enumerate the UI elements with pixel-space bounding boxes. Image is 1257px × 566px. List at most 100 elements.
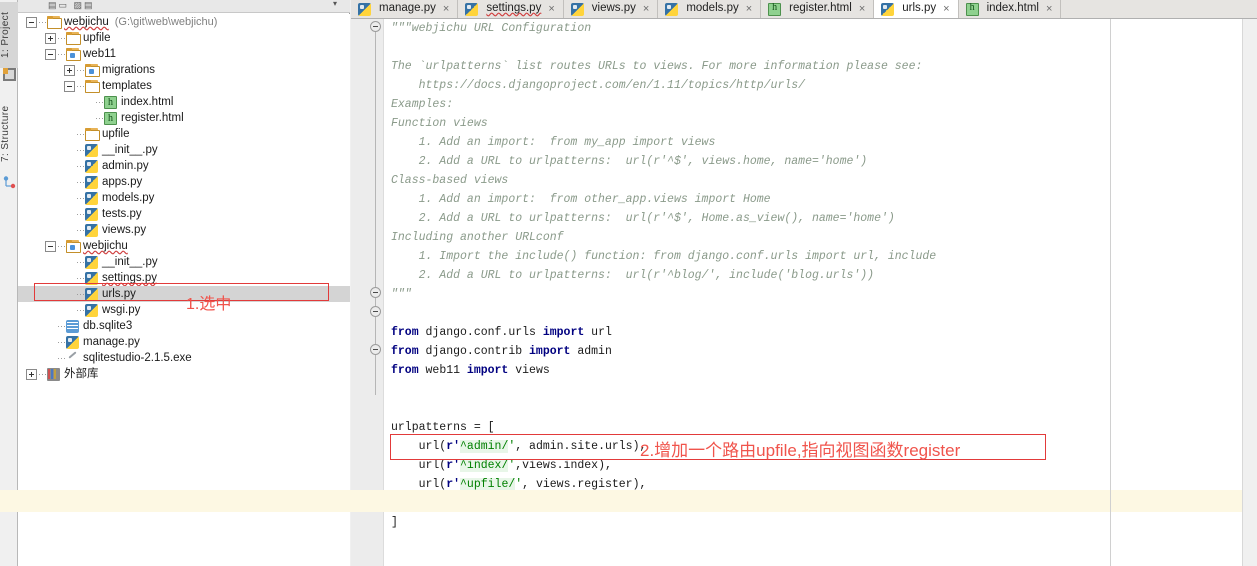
editor-tab-manage.py[interactable]: manage.py × [351,0,459,18]
tree-row-register.html[interactable]: ⋯ register.html [18,110,350,127]
python-file-icon [85,255,98,269]
code-content[interactable]: """webjichu URL Configuration The `urlpat… [385,19,1257,566]
tree-row-templates[interactable]: ⋯ templates [18,78,350,94]
code-line: 2. Add a URL to urlpatterns: url(r'^$', … [385,152,1257,171]
tree-row-views.py[interactable]: ⋯ views.py [18,222,350,238]
tree-item-label: upfile [102,128,130,140]
tree-row-urls.py[interactable]: ⋯ urls.py [18,286,350,302]
close-icon[interactable]: × [746,3,752,15]
tree-row-__init__.py[interactable]: ⋯ __init__.py [18,142,350,158]
tree-row-__init__.py[interactable]: ⋯ __init__.py [18,254,350,270]
fold-marker-imports[interactable] [370,306,381,317]
editor-tab-label: views.py [591,2,636,14]
editor-tab-settings.py[interactable]: settings.py × [458,0,564,18]
tree-collapse-toggle[interactable] [45,240,56,252]
tree-row-index.html[interactable]: ⋯ index.html [18,94,350,111]
docstring-text: Examples: [391,98,454,111]
editor-tab-label: manage.py [379,2,436,14]
tree-row-apps.py[interactable]: ⋯ apps.py [18,174,350,190]
tree-item-label: apps.py [102,176,143,188]
folder-module-icon [66,239,81,253]
editor-tab-label: settings.py [486,2,542,14]
fold-marker-docstring-start[interactable] [370,21,381,32]
docstring-text: """webjichu URL Configuration [391,22,592,35]
tree-connector: ⋯ [76,161,85,171]
tree-row-admin.py[interactable]: ⋯ admin.py [18,158,350,174]
tree-row-wsgi.py[interactable]: ⋯ wsgi.py [18,302,350,318]
tree-row-migrations[interactable]: ⋯ migrations [18,62,350,78]
docstring-text: https://docs.djangoproject.com/en/1.11/t… [391,79,806,92]
tree-row-upfile[interactable]: ⋯ upfile [18,30,350,46]
fold-marker-import-views[interactable] [370,344,381,355]
tree-row-manage.py[interactable]: ⋯ manage.py [18,334,350,350]
editor-tab-models.py[interactable]: models.py × [658,0,762,18]
close-icon[interactable]: × [643,3,649,15]
chevron-down-icon[interactable]: ▾ [333,0,337,8]
tree-row-models.py[interactable]: ⋯ models.py [18,190,350,206]
tree-row-upfile[interactable]: ⋯ upfile [18,126,350,142]
docstring-text: 1. Import the include() function: from d… [391,250,937,263]
tree-expand-toggle[interactable] [26,368,37,380]
tree-connector: ⋯ [38,17,47,27]
tree-row-tests.py[interactable]: ⋯ tests.py [18,206,350,222]
tree-collapse-toggle[interactable] [26,16,37,28]
tree-collapse-toggle[interactable] [45,48,56,60]
python-file-icon [570,2,584,16]
editor-scrollbar[interactable] [1242,19,1257,566]
editor-tab-index.html[interactable]: index.html × [958,0,1062,18]
keyword-import: import [466,364,509,377]
tree-row-web11[interactable]: ⋯ web11 [18,46,350,62]
tool-window-button-project[interactable]: 1: Project [0,2,18,68]
editor-gutter[interactable] [351,19,384,566]
code-line: from django.contrib import admin [385,342,1257,361]
tree-expand-toggle[interactable] [45,32,56,44]
editor-area: manage.py × settings.py × views.py × models.py… [351,0,1257,566]
close-icon[interactable]: × [548,3,554,15]
tree-row-db.sqlite3[interactable]: ⋯ db.sqlite3 [18,318,350,334]
close-icon[interactable]: × [859,3,865,15]
project-tool-window: ▤▭ ▨▤ ▾ ⋯ webjichu (G:\git\web\webjichu) ⋯ u… [18,0,350,566]
tree-expand-toggle[interactable] [64,64,75,76]
editor-tab-views.py[interactable]: views.py × [563,0,659,18]
python-file-icon [85,143,98,157]
docstring-text: 1. Add an import: from my_app import vie… [391,136,716,149]
right-margin-guide [1110,19,1111,566]
fold-marker-docstring-end[interactable] [370,287,381,298]
tool-window-button-structure[interactable]: 7: Structure [0,95,18,173]
editor-tab-label: urls.py [902,2,937,14]
code-line: """webjichu URL Configuration [385,19,1257,38]
editor-tab-register.html[interactable]: register.html × [761,0,875,18]
tree-connector: ⋯ [76,209,85,219]
tree-collapse-toggle[interactable] [64,80,75,92]
project-tree[interactable]: ⋯ webjichu (G:\git\web\webjichu) ⋯ upfile ⋯ we… [18,14,350,566]
tree-connector: ⋯ [76,193,85,203]
tree-item-label: admin.py [102,160,149,172]
project-panel-header: ▤▭ ▨▤ ▾ [18,0,350,13]
tree-row-settings.py[interactable]: ⋯ settings.py [18,270,350,286]
close-icon[interactable]: × [443,3,449,15]
tree-row-webjichu[interactable]: ⋯ webjichu (G:\git\web\webjichu) [18,14,350,30]
tree-item-label: register.html [121,112,184,124]
folder-module-icon [85,63,100,77]
docstring-text: 2. Add a URL to urlpatterns: url(r'^blog… [391,269,875,282]
code-line: """ [385,285,1257,304]
editor-tab-bar[interactable]: manage.py × settings.py × views.py × models.py… [351,0,1257,19]
tree-row-webjichu[interactable]: ⋯ webjichu [18,238,350,254]
editor-tab-urls.py[interactable]: urls.py × [874,0,959,18]
project-panel-header-icons[interactable]: ▤▭ ▨▤ [48,0,95,11]
close-icon[interactable]: × [943,3,949,15]
code-line: 1. Import the include() function: from d… [385,247,1257,266]
tree-connector: ⋯ [76,289,85,299]
tree-row-[interactable]: ⋯ 外部库 [18,366,350,382]
docstring-text: 2. Add a URL to urlpatterns: url(r'^$', … [391,155,868,168]
caret-line-highlight [0,490,1257,512]
tree-row-sqlitestudio-2.1.5.exe[interactable]: ⋯ sqlitestudio-2.1.5.exe [18,350,350,366]
close-icon[interactable]: × [1046,3,1052,15]
